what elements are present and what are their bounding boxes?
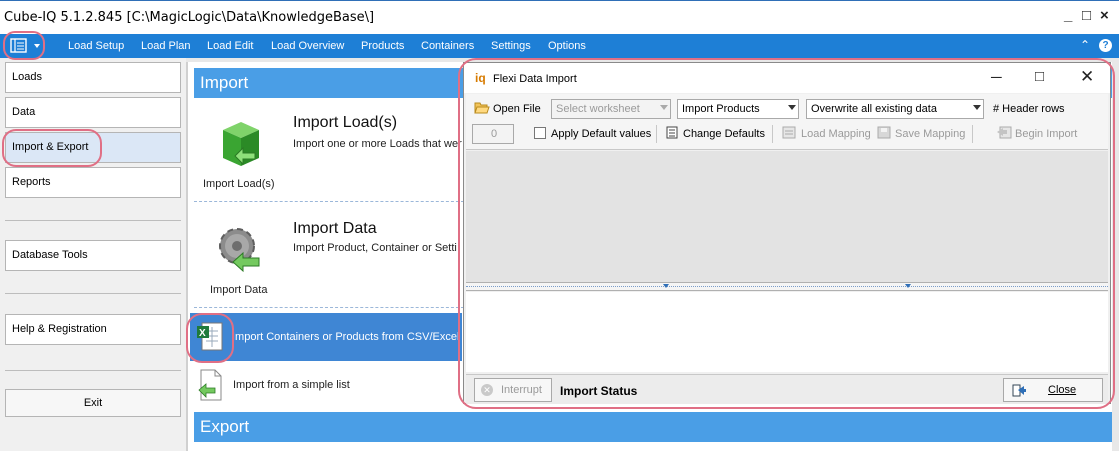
help-icon[interactable]: ? bbox=[1099, 39, 1112, 52]
menu-options[interactable]: Options bbox=[548, 40, 586, 52]
nav-reports[interactable]: Reports bbox=[5, 167, 181, 198]
import-loads-description: Import one or more Loads that wer bbox=[293, 138, 462, 150]
import-data-description: Import Product, Container or Setti bbox=[293, 242, 457, 254]
collapse-ribbon-icon[interactable]: ⌃ bbox=[1080, 38, 1090, 52]
main-titlebar: Cube-IQ 5.1.2.845 [C:\MagicLogic\Data\Kn… bbox=[0, 0, 1119, 34]
tile-divider bbox=[194, 201, 464, 202]
menu-load-plan[interactable]: Load Plan bbox=[141, 40, 191, 52]
highlight-ring-app-menu bbox=[3, 31, 45, 60]
menu-products[interactable]: Products bbox=[361, 40, 404, 52]
import-data-title[interactable]: Import Data bbox=[293, 220, 377, 238]
import-data-gear-icon[interactable] bbox=[215, 222, 265, 276]
nav-divider bbox=[5, 293, 181, 294]
import-csv-excel-label: Import Containers or Products from CSV/E… bbox=[232, 331, 460, 343]
close-button[interactable]: × bbox=[1100, 7, 1109, 24]
highlight-ring-excel-icon bbox=[186, 313, 234, 363]
import-simple-list-link[interactable]: Import from a simple list bbox=[233, 379, 350, 391]
nav-loads[interactable]: Loads bbox=[5, 62, 181, 93]
menu-settings[interactable]: Settings bbox=[491, 40, 531, 52]
menu-load-overview[interactable]: Load Overview bbox=[271, 40, 344, 52]
export-section-header: Export bbox=[194, 412, 1112, 442]
menu-bar: Load Setup Load Plan Load Edit Load Over… bbox=[0, 34, 1119, 58]
tile-divider bbox=[194, 307, 464, 308]
nav-data[interactable]: Data bbox=[5, 97, 181, 128]
left-nav: Loads Data Import & Export Reports Datab… bbox=[0, 58, 186, 451]
simple-list-icon[interactable] bbox=[197, 368, 223, 402]
import-data-caption[interactable]: Import Data bbox=[210, 284, 267, 296]
import-loads-icon[interactable] bbox=[215, 120, 265, 172]
highlight-ring-import-export bbox=[2, 129, 102, 167]
menu-containers[interactable]: Containers bbox=[421, 40, 474, 52]
nav-divider bbox=[5, 370, 181, 371]
nav-database-tools[interactable]: Database Tools bbox=[5, 240, 181, 271]
nav-help-registration[interactable]: Help & Registration bbox=[5, 314, 181, 345]
minimize-button[interactable]: _ bbox=[1064, 7, 1072, 24]
maximize-button[interactable]: □ bbox=[1082, 7, 1091, 24]
window-title: Cube-IQ 5.1.2.845 [C:\MagicLogic\Data\Kn… bbox=[4, 10, 375, 25]
nav-divider bbox=[5, 220, 181, 221]
import-loads-title[interactable]: Import Load(s) bbox=[293, 114, 397, 132]
exit-button[interactable]: Exit bbox=[5, 389, 181, 417]
menu-load-setup[interactable]: Load Setup bbox=[68, 40, 124, 52]
highlight-ring-dialog bbox=[458, 58, 1115, 409]
import-loads-caption[interactable]: Import Load(s) bbox=[203, 178, 275, 190]
menu-load-edit[interactable]: Load Edit bbox=[207, 40, 253, 52]
